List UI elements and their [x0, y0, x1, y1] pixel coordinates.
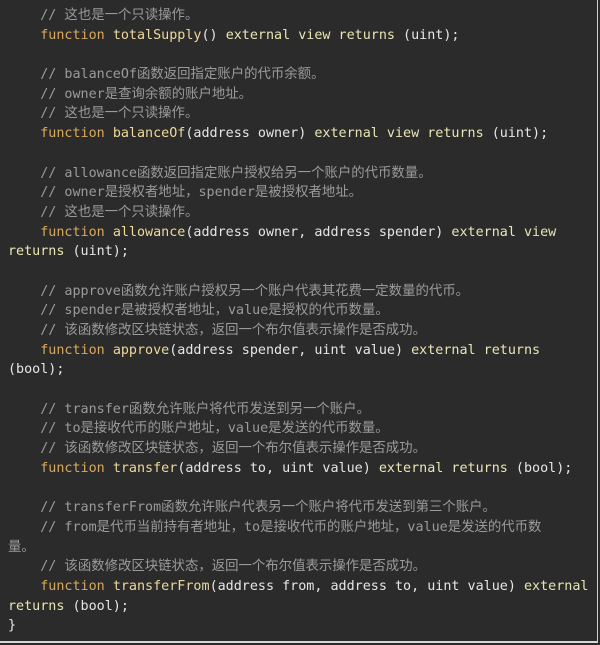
- code-line: function transfer(address to, uint value…: [8, 459, 589, 479]
- code-line: // owner是授权者地址，spender是被授权者地址。: [8, 183, 589, 203]
- code-comment: // owner是授权者地址，spender是被授权者地址。: [8, 185, 363, 201]
- code-line: function transferFrom(address from, addr…: [8, 577, 589, 597]
- code-line: // owner是查询余额的账户地址。: [8, 85, 589, 105]
- modifier-keyword: external view returns: [314, 126, 484, 142]
- code-line: // spender是被授权者地址，value是授权的代币数量。: [8, 301, 589, 321]
- code-line: // approve函数允许账户授权另一个账户代表其花费一定数量的代币。: [8, 282, 589, 302]
- code-comment: 量。: [8, 539, 35, 555]
- function-keyword: function: [8, 27, 113, 43]
- code-line: // 这也是一个只读操作。: [8, 104, 589, 124]
- function-name: approve: [112, 342, 170, 358]
- function-name: totalSupply: [112, 27, 202, 43]
- modifier-keyword: external: [523, 578, 589, 594]
- code-line: // transferFrom函数允许账户代表另一个账户将代币发送到第三个账户。: [8, 498, 589, 518]
- function-keyword: function: [8, 578, 113, 594]
- code-text: (address spender, uint value): [169, 342, 412, 358]
- code-text: (address to, uint value): [177, 460, 379, 476]
- code-comment: // approve函数允许账户授权另一个账户代表其花费一定数量的代币。: [8, 283, 470, 299]
- function-name: allowance: [112, 224, 186, 240]
- code-text: (address owner, address spender): [185, 224, 452, 240]
- code-comment: // 这也是一个只读操作。: [8, 106, 199, 122]
- function-name: transfer: [112, 460, 178, 476]
- code-line: // 该函数修改区块链状态，返回一个布尔值表示操作是否成功。: [8, 321, 589, 341]
- code-comment: // 该函数修改区块链状态，返回一个布尔值表示操作是否成功。: [8, 323, 426, 338]
- code-text: (uint);: [395, 27, 460, 43]
- code-line: // 这也是一个只读操作。: [8, 6, 589, 26]
- code-text: (bool);: [64, 598, 129, 614]
- code-comment: // transferFrom函数允许账户代表另一个账户将代币发送到第三个账户。: [8, 500, 496, 516]
- code-text: (): [201, 27, 226, 43]
- code-line: // 该函数修改区块链状态，返回一个布尔值表示操作是否成功。: [8, 439, 589, 459]
- code-line: // allowance函数返回指定账户授权给另一个账户的代币数量。: [8, 164, 589, 184]
- code-line: // from是代币当前持有者地址，to是接收代币的账户地址，value是发送的…: [8, 518, 589, 538]
- function-name: transferFrom: [112, 578, 210, 594]
- code-comment: // allowance函数返回指定账户授权给另一个账户的代币数量。: [8, 165, 432, 181]
- code-text: (uint);: [64, 244, 129, 260]
- code-comment: // 这也是一个只读操作。: [8, 8, 199, 23]
- code-line: function approve(address spender, uint v…: [8, 341, 589, 361]
- code-comment: // transfer函数允许账户将代币发送到另一个账户。: [8, 401, 370, 417]
- code-line: // transfer函数允许账户将代币发送到另一个账户。: [8, 400, 589, 420]
- function-keyword: function: [8, 126, 113, 142]
- modifier-keyword: external returns: [411, 342, 541, 358]
- code-editor[interactable]: // 这也是一个只读操作。 function totalSupply() ext…: [0, 0, 598, 643]
- code-line: returns (uint);: [8, 242, 589, 262]
- modifier-keyword: external view: [451, 224, 557, 240]
- code-comment: // 这也是一个只读操作。: [8, 204, 199, 220]
- code-text: }: [8, 618, 17, 634]
- modifier-keyword: returns: [8, 244, 65, 260]
- code-text: (bool);: [507, 460, 573, 476]
- code-comment: // to是接收代币的账户地址，value是发送的代币数量。: [8, 421, 389, 437]
- code-line: (bool);: [8, 360, 589, 380]
- code-text: (uint);: [483, 126, 549, 142]
- code-comment: // from是代币当前持有者地址，to是接收代币的账户地址，value是发送的…: [8, 519, 542, 535]
- code-line: // balanceOf函数返回指定账户的代币余额。: [8, 65, 589, 85]
- code-comment: // 该函数修改区块链状态，返回一个布尔值表示操作是否成功。: [8, 441, 426, 457]
- code-line: // 该函数修改区块链状态，返回一个布尔值表示操作是否成功。: [8, 557, 589, 577]
- code-comment: // balanceOf函数返回指定账户的代币余额。: [8, 67, 325, 83]
- code-line: returns (bool);: [8, 597, 589, 617]
- code-line: function totalSupply() external view ret…: [8, 26, 589, 46]
- code-line: function allowance(address owner, addres…: [8, 223, 589, 243]
- code-text: (address owner): [185, 126, 315, 142]
- code-line: }: [8, 616, 589, 636]
- modifier-keyword: external returns: [378, 460, 508, 476]
- code-line: 量。: [8, 538, 589, 558]
- code-text: (bool);: [8, 362, 65, 378]
- function-name: balanceOf: [112, 126, 186, 142]
- code-line: // to是接收代币的账户地址，value是发送的代币数量。: [8, 419, 589, 439]
- code-comment: // 该函数修改区块链状态，返回一个布尔值表示操作是否成功。: [8, 559, 426, 575]
- modifier-keyword: returns: [8, 598, 65, 614]
- modifier-keyword: external view returns: [225, 27, 395, 43]
- code-comment: // owner是查询余额的账户地址。: [8, 86, 253, 102]
- code-line: function balanceOf(address owner) extern…: [8, 124, 589, 144]
- code-text: (address from, address to, uint value): [209, 578, 524, 594]
- code-line: // 这也是一个只读操作。: [8, 203, 589, 223]
- function-keyword: function: [8, 460, 113, 476]
- function-keyword: function: [8, 224, 113, 240]
- function-keyword: function: [8, 342, 113, 358]
- code-comment: // spender是被授权者地址，value是授权的代币数量。: [8, 303, 389, 319]
